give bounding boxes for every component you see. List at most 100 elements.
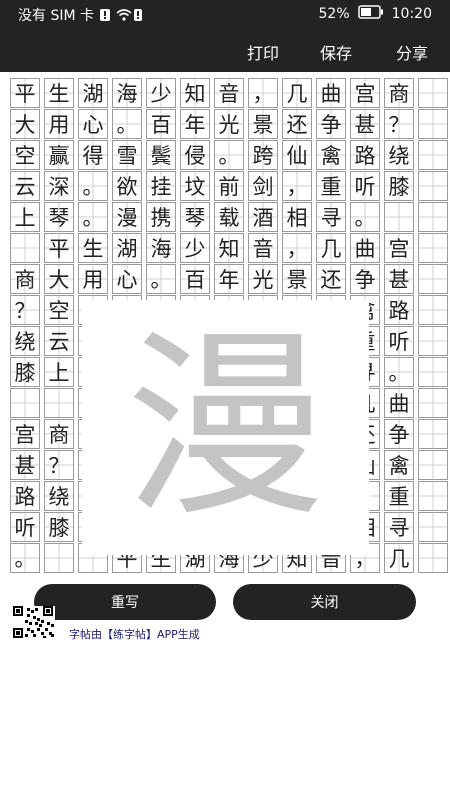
rewrite-button[interactable]: 重写: [34, 584, 216, 620]
grid-cell: 携: [146, 202, 176, 232]
footer-credit: 字帖由【练字帖】APP生成: [69, 628, 200, 641]
grid-cell: 几: [282, 78, 312, 108]
grid-cell: 上: [10, 202, 40, 232]
grid-cell: 几: [384, 543, 414, 573]
grid-cell: [418, 388, 448, 418]
grid-cell: 百: [180, 264, 210, 294]
grid-cell: [418, 481, 448, 511]
grid-cell: 剑: [248, 171, 278, 201]
grid-cell: [418, 419, 448, 449]
grid-cell: 路: [384, 295, 414, 325]
grid-cell: 坟: [180, 171, 210, 201]
grid-cell: 寻: [384, 512, 414, 542]
grid-cell: 海: [146, 233, 176, 263]
battery-icon: [357, 5, 384, 23]
grid-cell: 还: [316, 264, 346, 294]
top-toolbar: 打印 保存 分享: [0, 28, 450, 72]
grid-cell: [418, 78, 448, 108]
grid-cell: 百: [146, 109, 176, 139]
grid-cell: 平: [10, 78, 40, 108]
grid-cell: [418, 295, 448, 325]
grid-cell: 侵: [180, 140, 210, 170]
grid-cell: 争: [350, 264, 380, 294]
grid-cell: ？: [10, 295, 40, 325]
grid-cell: 欲: [112, 171, 142, 201]
print-button[interactable]: 打印: [247, 40, 279, 64]
grid-cell: 年: [180, 109, 210, 139]
grid-cell: 。: [78, 202, 108, 232]
grid-cell: 心: [112, 264, 142, 294]
grid-cell: 音: [248, 233, 278, 263]
grid-cell: 曲: [350, 233, 380, 263]
grid-cell: 空: [10, 140, 40, 170]
qr-code-icon: [13, 606, 55, 639]
grid-cell: 膝: [44, 512, 74, 542]
grid-cell: 载: [214, 202, 244, 232]
grid-cell: ，: [248, 78, 278, 108]
grid-cell: 鬓: [146, 140, 176, 170]
grid-cell: 知: [180, 78, 210, 108]
grid-cell: [418, 171, 448, 201]
grid-cell: 景: [248, 109, 278, 139]
preview-character: 漫: [125, 310, 326, 544]
save-button[interactable]: 保存: [320, 40, 352, 64]
grid-cell: [44, 388, 74, 418]
grid-cell: 相: [282, 202, 312, 232]
grid-cell: 争: [384, 419, 414, 449]
grid-cell: 年: [214, 264, 244, 294]
grid-cell: 禽: [384, 450, 414, 480]
grid-cell: 用: [78, 264, 108, 294]
grid-cell: 心: [78, 109, 108, 139]
grid-cell: ，: [282, 233, 312, 263]
grid-cell: 商: [384, 78, 414, 108]
grid-cell: [418, 202, 448, 232]
grid-cell: 。: [78, 171, 108, 201]
grid-cell: 。: [214, 140, 244, 170]
grid-cell: 听: [10, 512, 40, 542]
grid-cell: 空: [44, 295, 74, 325]
share-button[interactable]: 分享: [396, 40, 428, 64]
grid-cell: 宫: [350, 78, 380, 108]
grid-cell: 前: [214, 171, 244, 201]
grid-cell: 漫: [112, 202, 142, 232]
carrier-label: 没有 SIM 卡: [18, 8, 94, 24]
grid-cell: [418, 233, 448, 263]
grid-cell: 绕: [44, 481, 74, 511]
grid-cell: [44, 543, 74, 573]
grid-cell: 生: [44, 78, 74, 108]
grid-cell: 上: [44, 357, 74, 387]
grid-cell: ？: [384, 109, 414, 139]
grid-cell: 。: [112, 109, 142, 139]
grid-cell: 少: [146, 78, 176, 108]
grid-cell: 湖: [78, 78, 108, 108]
grid-cell: 膝: [10, 357, 40, 387]
grid-cell: 酒: [248, 202, 278, 232]
grid-cell: 音: [214, 78, 244, 108]
grid-cell: 宫: [384, 233, 414, 263]
grid-cell: [418, 357, 448, 387]
grid-cell: 商: [44, 419, 74, 449]
grid-cell: 。: [350, 202, 380, 232]
grid-cell: 雪: [112, 140, 142, 170]
grid-cell: 。: [384, 357, 414, 387]
grid-cell: 寻: [316, 202, 346, 232]
wifi-icon: [116, 8, 132, 22]
grid-cell: [418, 109, 448, 139]
grid-cell: 听: [384, 326, 414, 356]
grid-cell: 路: [10, 481, 40, 511]
grid-cell: 得: [78, 140, 108, 170]
grid-cell: [418, 543, 448, 573]
grid-cell: 大: [44, 264, 74, 294]
grid-cell: [418, 326, 448, 356]
close-button[interactable]: 关闭: [233, 584, 416, 620]
grid-cell: 少: [180, 233, 210, 263]
grid-cell: [418, 512, 448, 542]
grid-cell: 大: [10, 109, 40, 139]
grid-cell: 。: [146, 264, 176, 294]
grid-cell: 仙: [282, 140, 312, 170]
grid-cell: 还: [282, 109, 312, 139]
grid-cell: 琴: [44, 202, 74, 232]
grid-cell: 路: [350, 140, 380, 170]
grid-cell: 绕: [10, 326, 40, 356]
grid-cell: 湖: [112, 233, 142, 263]
